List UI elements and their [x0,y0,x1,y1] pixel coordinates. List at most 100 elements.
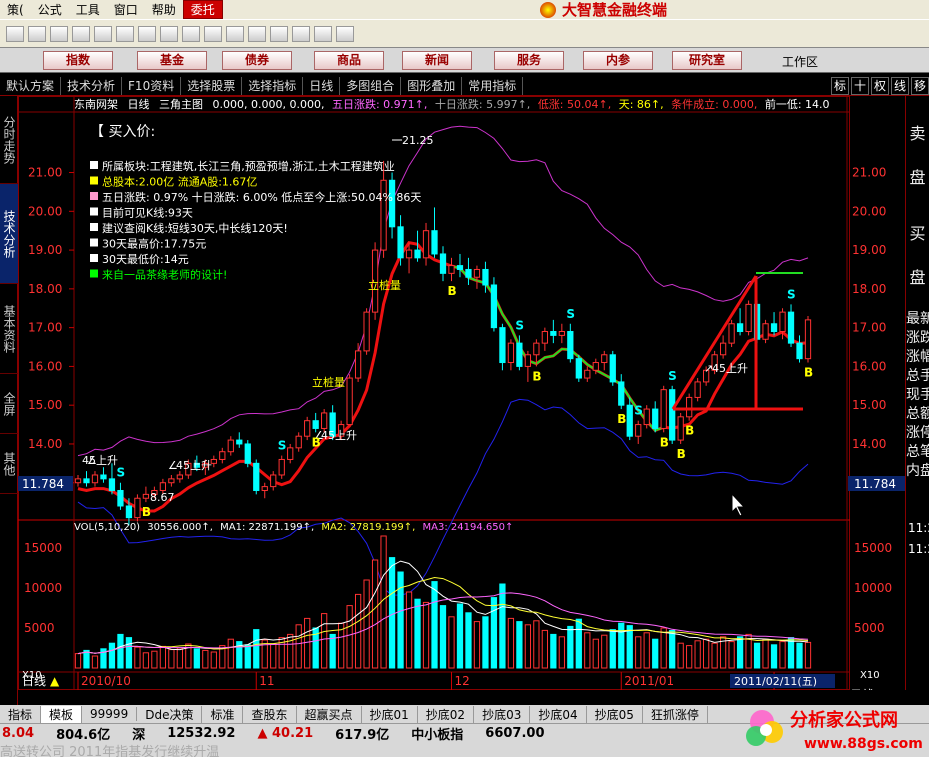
tab-multi-chart[interactable]: 多图组合 [340,76,402,95]
toolbar-icon-10[interactable] [204,26,222,42]
buy-signal-marker: B [685,424,694,438]
toolbar-icon-8[interactable] [160,26,178,42]
tab-overlay[interactable]: 图形叠加 [401,76,463,95]
chart-area[interactable]: 东南网架 日线 三角主图 0.000, 0.000, 0.000, 五日涨跌: … [18,96,850,690]
candle-body [728,323,735,344]
status-item: 8.04 [2,725,35,741]
nav-button-index[interactable]: 指数 [43,51,113,70]
sell-signal-marker: S [515,318,524,332]
candle-body [686,396,693,418]
indicator-tab[interactable]: 抄底05 [587,705,643,723]
price-axis-label-left: 15.00 [28,398,62,412]
toolbar-icon-11[interactable] [226,26,244,42]
nav-button-bond[interactable]: 债券 [222,51,292,70]
candle-body [584,369,591,379]
menu-item-tools[interactable]: 工具 [69,1,107,18]
kline-chart[interactable]: 东南网架 日线 三角主图 0.000, 0.000, 0.000, 五日涨跌: … [18,96,850,690]
toolbar-icon-13[interactable] [270,26,288,42]
sidebar-item-basic[interactable]: 基本资料 [0,284,18,374]
nav-button-insider[interactable]: 内参 [583,51,653,70]
menu-item-help[interactable]: 帮助 [145,1,183,18]
news-marquee[interactable]: 高送转公司 2011年指基发行继续升温 [0,741,219,757]
toolbar-icon-15[interactable] [314,26,332,42]
indicator-tab[interactable]: 抄底02 [418,705,475,723]
indicator-tab[interactable]: 超赢买点 [297,705,362,723]
workarea-label[interactable]: 工作区 [782,53,818,70]
high-price-label: 21.25 [402,134,434,147]
candle-body [601,354,608,364]
candle-body [660,389,667,429]
sidebar-item-technical[interactable]: 技术分析 [0,184,18,284]
tab-line[interactable]: 线 [891,76,909,95]
nav-button-commodity[interactable]: 商品 [314,51,384,70]
info-line-text: 30天最低价:14元 [102,253,189,266]
tab-mark[interactable]: 标 [831,76,849,95]
buy-signal-marker: B [312,435,321,449]
indicator-tab[interactable]: 抄底04 [530,705,587,723]
right-axis-column: 21.00 20.00 19.00 18.00 17.00 16.00 15.00 14.00… [850,96,905,702]
toolbar-icon-3[interactable] [50,26,68,42]
volume-bar [567,625,574,669]
indicator-tab[interactable]: 抄底03 [474,705,531,723]
indicator-tab[interactable]: 抄底01 [362,705,418,723]
menu-item-trade[interactable]: 委托 [182,0,223,19]
indicator-tab[interactable]: 狂抓涨停 [643,705,708,723]
buy-signal-marker: B [447,284,456,298]
candle-body [236,439,243,445]
toolbar-icon-2[interactable] [28,26,46,42]
tab-select-stock[interactable]: 选择股票 [181,76,243,95]
volume-header-ma3: MA3: 24194.650↑ [423,522,514,533]
header-indicator: 三角主图 [159,98,203,111]
tab-default-plan[interactable]: 默认方案 [0,76,62,95]
time-label-1: 11:2 [908,521,929,535]
indicator-tab[interactable]: 指标 [0,705,42,723]
tab-f10[interactable]: F10资料 [122,76,182,95]
menu-item-formula[interactable]: 公式 [31,1,69,18]
sidebar-item-intraday[interactable]: 分时走势 [0,96,18,184]
indicator-tab[interactable]: 模板 [41,705,83,723]
indicator-tab[interactable]: 查股东 [243,705,297,723]
menu-item-window[interactable]: 窗口 [107,1,145,18]
indicator-tab[interactable]: 99999 [82,707,138,721]
buy-signal-marker: B [677,447,686,461]
toolbar-icon-16[interactable] [336,26,354,42]
sell-signal-marker: S [278,439,287,453]
tab-common-indicators[interactable]: 常用指标 [462,76,524,95]
quote-label: 总手 [906,368,929,384]
sidebar-item-fullscreen[interactable]: 全屏 [0,374,18,434]
toolbar-icon-14[interactable] [292,26,310,42]
tab-cross[interactable]: 十 [851,76,869,95]
nav-button-research[interactable]: 研究室 [672,51,742,70]
tab-move[interactable]: 移 [911,76,929,95]
candle-body [652,408,659,429]
candle-body [524,354,532,367]
nav-button-fund[interactable]: 基金 [137,51,207,70]
toolbar-icon-7[interactable] [138,26,156,42]
quote-labels: 最新 涨跌 涨幅 总手 现手 总额 涨停 总笔 内盘 [906,308,929,479]
info-box-title: 【 买入价: [90,124,155,140]
date-axis-left-arrow-icon[interactable]: ▲ [50,674,60,688]
tab-right[interactable]: 权 [871,76,889,95]
volume-bar [295,624,302,669]
tab-select-indicator[interactable]: 选择指标 [242,76,304,95]
volume-axis-label-right: 15000 [854,541,892,555]
toolbar-icon-12[interactable] [248,26,266,42]
toolbar-icon-5[interactable] [94,26,112,42]
indicator-tab[interactable]: 标准 [202,705,244,723]
menu-item-strategy[interactable]: 策( [0,1,31,18]
nav-button-service[interactable]: 服务 [494,51,564,70]
red-diagonal-line [671,275,758,410]
nav-button-news[interactable]: 新闻 [402,51,472,70]
tab-technical[interactable]: 技术分析 [61,76,123,95]
toolbar-icon-9[interactable] [182,26,200,42]
toolbar-icon-1[interactable] [6,26,24,42]
volume-bar [117,633,124,669]
indicator-tab[interactable]: Dde决策 [137,705,203,723]
red-target-box [671,272,803,411]
volume-bar [575,618,582,669]
tab-daily[interactable]: 日线 [303,76,341,95]
candle-body [473,268,481,278]
toolbar-icon-6[interactable] [116,26,134,42]
sidebar-item-other[interactable]: 其他 [0,434,18,494]
toolbar-icon-4[interactable] [72,26,90,42]
